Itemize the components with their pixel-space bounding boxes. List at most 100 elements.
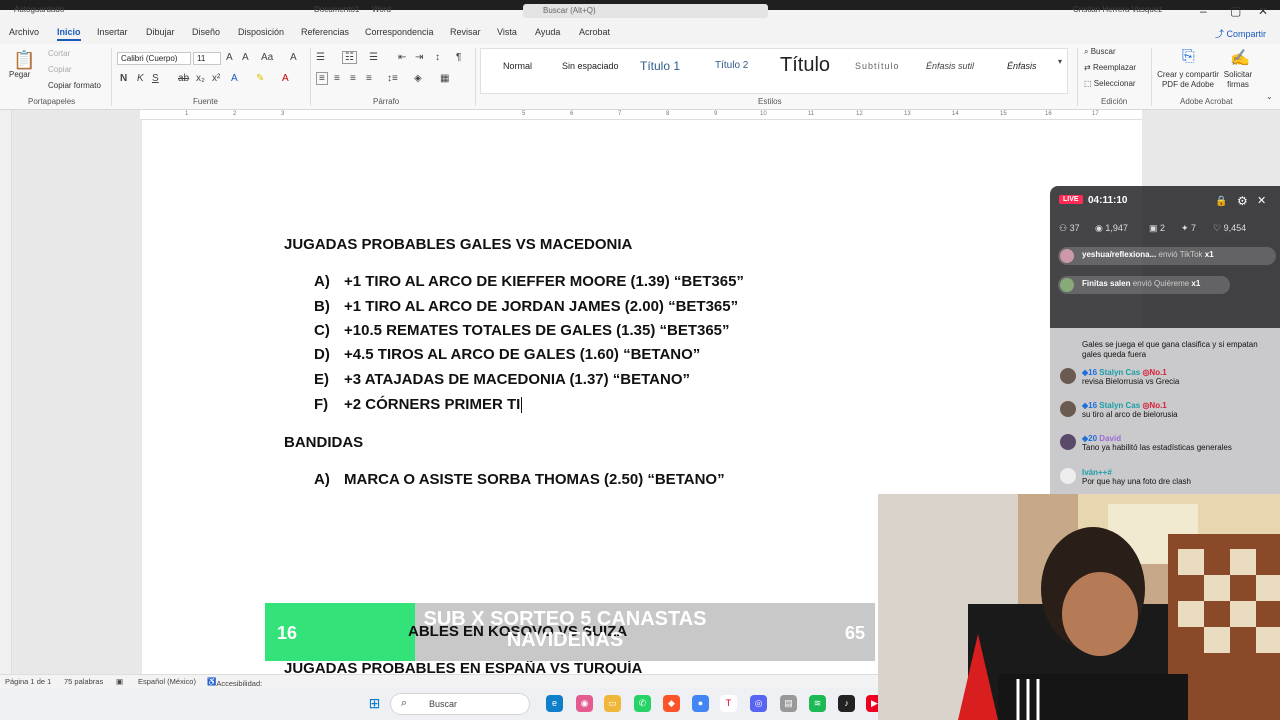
find-button[interactable]: ⌕ Buscar xyxy=(1084,47,1116,57)
shrink-font-icon[interactable]: A xyxy=(242,52,249,63)
close-icon[interactable]: ✕ xyxy=(1258,4,1268,18)
maximize-icon[interactable]: ▢ xyxy=(1230,4,1241,18)
t-app-icon[interactable]: T xyxy=(720,695,737,712)
multilevel-list-icon[interactable]: ☰ xyxy=(369,52,378,63)
align-left-icon[interactable]: ≡ xyxy=(316,72,328,85)
line-spacing-icon[interactable]: ↕≡ xyxy=(387,73,398,84)
style-subtle-emphasis[interactable]: Énfasis sutil xyxy=(926,61,974,71)
spotify-icon[interactable]: ≋ xyxy=(809,695,826,712)
change-case-icon[interactable]: Aa xyxy=(261,52,273,63)
tab-revisar[interactable]: Revisar xyxy=(450,27,481,37)
lock-icon[interactable]: 🔒 xyxy=(1215,196,1227,207)
brave-icon[interactable]: ◆ xyxy=(663,695,680,712)
tab-referencias[interactable]: Referencias xyxy=(301,27,349,37)
tiktok-live-icon[interactable]: ♪ xyxy=(838,695,855,712)
style-no-spacing[interactable]: Sin espaciado xyxy=(562,61,619,71)
language[interactable]: Español (México) xyxy=(138,677,196,686)
numbering-icon[interactable]: ☷ xyxy=(342,51,357,64)
strikethrough-icon[interactable]: ab xyxy=(178,73,189,84)
style-subtitle[interactable]: Subtítulo xyxy=(855,61,900,71)
tab-correspondencia[interactable]: Correspondencia xyxy=(365,27,434,37)
increase-indent-icon[interactable]: ⇥ xyxy=(415,52,423,63)
style-normal[interactable]: Normal xyxy=(503,61,532,71)
clipboard-group-label: Portapapeles xyxy=(28,97,76,106)
clear-format-icon[interactable]: A xyxy=(290,52,297,63)
tab-archivo[interactable]: Archivo xyxy=(9,27,39,37)
paste-icon[interactable]: 📋 xyxy=(13,50,35,71)
paragraph-group-label: Párrafo xyxy=(373,97,400,106)
format-painter-button[interactable]: Copiar formato xyxy=(48,81,101,90)
shading-icon[interactable]: ◈ xyxy=(414,73,422,84)
horizontal-ruler: 1 2 3 5 6 7 8 9 10 11 12 13 14 15 16 17 xyxy=(140,110,1142,120)
align-right-icon[interactable]: ≡ xyxy=(350,73,356,84)
collapse-ribbon-icon[interactable]: ⌄ xyxy=(1266,92,1273,101)
superscript-icon[interactable]: x² xyxy=(212,73,220,84)
bold-icon[interactable]: N xyxy=(120,73,127,84)
align-center-icon[interactable]: ≡ xyxy=(334,73,340,84)
styles-scroll-icon[interactable]: ▾ xyxy=(1058,57,1062,66)
search-icon: ⌕ xyxy=(401,697,408,709)
style-heading-1[interactable]: Título 1 xyxy=(640,59,680,73)
tab-disposicion[interactable]: Disposición xyxy=(238,27,284,37)
show-marks-icon[interactable]: ¶ xyxy=(456,52,461,63)
tab-ayuda[interactable]: Ayuda xyxy=(535,27,560,37)
live-panel: LIVE 04:11:10 🔒 ⚙ ✕ ⚇ 37 ◉ 1,947 ▣ 2 ✦ 7… xyxy=(1050,186,1280,494)
list-item: E) +3 ATAJADAS DE MACEDONIA (1.37) “BETAN… xyxy=(314,371,691,388)
italic-icon[interactable]: K xyxy=(137,73,144,84)
proofing-icon[interactable]: ▣ xyxy=(116,677,123,686)
sort-icon[interactable]: ↕ xyxy=(435,52,440,63)
app-icon[interactable]: ◉ xyxy=(576,695,593,712)
title-bar: Autoguardado Documento1 Word Buscar (Alt… xyxy=(0,0,1280,22)
subscript-icon[interactable]: x₂ xyxy=(196,73,205,84)
user-name[interactable]: Cristian Herrera Vasquez xyxy=(1073,5,1162,14)
style-heading-2[interactable]: Título 2 xyxy=(715,60,748,71)
tab-inicio[interactable]: Inicio xyxy=(57,27,81,41)
share-button[interactable]: ⤴ Compartir xyxy=(1215,27,1266,40)
whatsapp-icon[interactable]: ✆ xyxy=(634,695,651,712)
cut-button[interactable]: Cortar xyxy=(48,49,70,58)
request-signatures-button[interactable]: Solicitar firmas xyxy=(1220,70,1256,90)
borders-icon[interactable]: ▦ xyxy=(440,73,449,84)
tab-insertar[interactable]: Insertar xyxy=(97,27,128,37)
style-emphasis[interactable]: Énfasis xyxy=(1007,61,1037,71)
grow-font-icon[interactable]: A xyxy=(226,52,233,63)
request-signatures-icon[interactable]: ✍ xyxy=(1230,48,1250,68)
select-button[interactable]: ⬚ Seleccionar xyxy=(1084,79,1136,88)
calculator-icon[interactable]: ▤ xyxy=(780,695,797,712)
edge-icon[interactable]: e xyxy=(546,695,563,712)
discord-icon[interactable]: ◎ xyxy=(750,695,767,712)
settings-icon[interactable]: ⚙ xyxy=(1237,194,1248,208)
justify-icon[interactable]: ≡ xyxy=(366,73,372,84)
chat-message: ◆16 Stalyn Cas ◎No.1 revisa Bielorrusia v… xyxy=(1082,368,1180,386)
title-search-input[interactable]: Buscar (Alt+Q) xyxy=(523,4,768,18)
font-color-icon[interactable]: A xyxy=(282,73,289,84)
underline-icon[interactable]: S xyxy=(152,73,159,84)
ribbon: 📋 Pegar Cortar Copiar Copiar formato Por… xyxy=(0,44,1280,110)
paste-button[interactable]: Pegar xyxy=(9,70,30,79)
replace-button[interactable]: ⇄ Reemplazar xyxy=(1084,63,1136,72)
close-panel-icon[interactable]: ✕ xyxy=(1257,194,1266,207)
accessibility-status[interactable]: ♿ Accesibilidad: todo correcto xyxy=(207,677,262,697)
taskbar-search[interactable]: ⌕ Buscar xyxy=(390,693,530,715)
tab-dibujar[interactable]: Dibujar xyxy=(146,27,175,37)
file-explorer-icon[interactable]: ▭ xyxy=(604,695,621,712)
minimize-icon[interactable]: – xyxy=(1200,4,1207,18)
word-count[interactable]: 75 palabras xyxy=(64,677,103,686)
tab-acrobat[interactable]: Acrobat xyxy=(579,27,610,37)
create-pdf-button[interactable]: Crear y compartir PDF de Adobe xyxy=(1157,70,1219,90)
tab-vista[interactable]: Vista xyxy=(497,27,517,37)
tab-diseno[interactable]: Diseño xyxy=(192,27,220,37)
copy-button[interactable]: Copiar xyxy=(48,65,72,74)
start-icon[interactable]: ⊞ xyxy=(366,695,383,712)
font-size-select[interactable]: 11 xyxy=(193,52,221,65)
highlight-icon[interactable]: ✎ xyxy=(256,73,264,84)
page-count[interactable]: Página 1 de 1 xyxy=(5,677,51,686)
style-title[interactable]: Título xyxy=(780,54,830,77)
text-effects-icon[interactable]: A xyxy=(231,73,238,84)
avatar xyxy=(1060,249,1074,263)
bullets-icon[interactable]: ☰ xyxy=(316,52,325,63)
font-family-select[interactable]: Calibri (Cuerpo) xyxy=(117,52,191,65)
decrease-indent-icon[interactable]: ⇤ xyxy=(398,52,406,63)
create-pdf-icon[interactable]: ⎘ xyxy=(1182,48,1195,66)
chrome-icon[interactable]: ● xyxy=(692,695,709,712)
